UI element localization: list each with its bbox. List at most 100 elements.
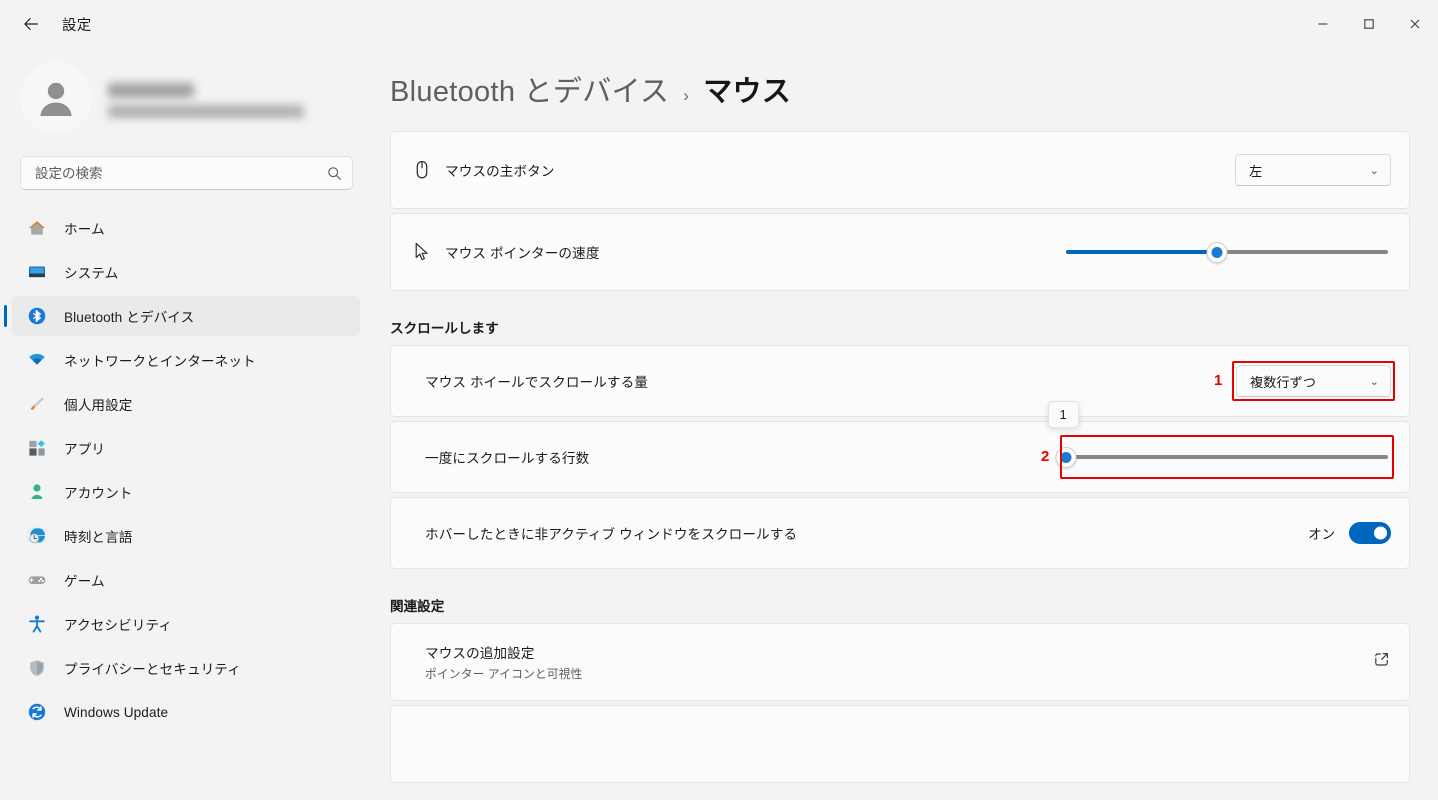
- page-title: マウス: [703, 76, 792, 108]
- lines-to-scroll-slider[interactable]: [1055, 441, 1388, 473]
- close-button[interactable]: [1392, 0, 1438, 48]
- hover-scroll-state-label: オン: [1308, 527, 1335, 542]
- scroll-section-heading: スクロールします: [390, 321, 499, 336]
- close-icon: [1410, 19, 1420, 29]
- accessibility-icon: [26, 613, 48, 635]
- sidebar-item-label: ゲーム: [64, 574, 105, 589]
- app-title: 設定: [62, 17, 92, 34]
- additional-mouse-settings-row[interactable]: マウスの追加設定 ポインター アイコンと可視性: [390, 623, 1410, 701]
- additional-mouse-sublabel: ポインター アイコンと可視性: [425, 667, 583, 681]
- sidebar-nav: ホーム システム Bluetooth とデバイス ネットワークとインターネット …: [0, 208, 372, 732]
- time-language-icon: [26, 525, 48, 547]
- maximize-icon: [1364, 19, 1374, 29]
- hover-scroll-toggle[interactable]: [1349, 522, 1391, 544]
- lines-to-scroll-label: 一度にスクロールする行数: [425, 451, 590, 466]
- account-card[interactable]: [20, 62, 372, 134]
- lines-to-scroll-tooltip: 1: [1047, 400, 1079, 428]
- privacy-shield-icon: [26, 657, 48, 679]
- related-settings-row-partial[interactable]: [390, 705, 1410, 783]
- hover-scroll-row[interactable]: ホバーしたときに非アクティブ ウィンドウをスクロールする オン: [390, 497, 1410, 569]
- sidebar-item-home[interactable]: ホーム: [12, 208, 360, 248]
- hover-scroll-label: ホバーしたときに非アクティブ ウィンドウをスクロールする: [425, 527, 798, 542]
- back-arrow-icon: [24, 18, 38, 30]
- sidebar-item-privacy-security[interactable]: プライバシーとセキュリティ: [12, 648, 360, 688]
- external-link-icon: [1372, 650, 1391, 674]
- chevron-down-icon: ⌄: [1369, 375, 1379, 388]
- sidebar-item-bluetooth-devices[interactable]: Bluetooth とデバイス: [4, 296, 360, 336]
- home-icon: [26, 217, 48, 239]
- sidebar-item-label: アカウント: [64, 486, 133, 501]
- back-button[interactable]: [14, 7, 48, 41]
- sidebar-item-gaming[interactable]: ゲーム: [12, 560, 360, 600]
- network-icon: [26, 349, 48, 371]
- sidebar-item-label: 個人用設定: [64, 398, 133, 413]
- apps-icon: [26, 437, 48, 459]
- sidebar-item-accounts[interactable]: アカウント: [12, 472, 360, 512]
- title-bar: 設定: [0, 0, 1438, 48]
- minimize-button[interactable]: [1300, 0, 1346, 48]
- pointer-speed-slider[interactable]: [1066, 236, 1388, 268]
- search-input[interactable]: [35, 165, 327, 181]
- lines-to-scroll-tooltip-value: 1: [1059, 406, 1067, 422]
- sidebar-item-label: 時刻と言語: [64, 530, 133, 545]
- chevron-down-icon: ⌄: [1369, 164, 1379, 177]
- search-icon: [328, 166, 341, 180]
- bluetooth-icon: [26, 305, 48, 327]
- additional-mouse-label: マウスの追加設定: [425, 646, 535, 661]
- avatar: [20, 62, 92, 134]
- pointer-speed-row[interactable]: マウス ポインターの速度: [390, 213, 1410, 291]
- sidebar-item-apps[interactable]: アプリ: [12, 428, 360, 468]
- sidebar-item-system[interactable]: システム: [12, 252, 360, 292]
- lines-to-scroll-row[interactable]: 一度にスクロールする行数: [390, 421, 1410, 493]
- sidebar-item-personalization[interactable]: 個人用設定: [12, 384, 360, 424]
- sidebar-item-label: Windows Update: [64, 704, 169, 720]
- system-icon: [26, 261, 48, 283]
- breadcrumb-separator-icon: ›: [683, 86, 690, 105]
- sidebar-item-label: アプリ: [64, 442, 106, 457]
- wheel-scroll-value: 複数行ずつ: [1250, 374, 1316, 390]
- account-text: [108, 79, 304, 118]
- window-controls: [1300, 0, 1438, 48]
- cursor-arrow-icon: [411, 241, 445, 263]
- windows-update-icon: [26, 701, 48, 723]
- mouse-icon: [411, 159, 445, 181]
- user-avatar-icon: [40, 82, 72, 116]
- slider-track: [1066, 455, 1388, 459]
- breadcrumb-parent[interactable]: Bluetooth とデバイス: [390, 68, 669, 110]
- sidebar-item-label: プライバシーとセキュリティ: [64, 662, 241, 677]
- sidebar-item-label: アクセシビリティ: [64, 618, 173, 633]
- search-box[interactable]: [20, 156, 353, 190]
- breadcrumb: Bluetooth とデバイス › マウス: [390, 68, 1438, 110]
- minimize-icon: [1318, 23, 1328, 25]
- maximize-button[interactable]: [1346, 0, 1392, 48]
- pointer-speed-label: マウス ポインターの速度: [445, 246, 600, 261]
- sidebar: ホーム システム: [0, 48, 372, 800]
- sidebar-item-label: ホーム: [64, 222, 105, 237]
- account-name-redacted: [108, 82, 194, 98]
- primary-mouse-button-value: 左: [1249, 163, 1263, 179]
- sidebar-item-label: Bluetooth とデバイス: [64, 310, 195, 325]
- sidebar-item-accessibility[interactable]: アクセシビリティ: [12, 604, 360, 644]
- primary-mouse-button-dropdown[interactable]: 左 ⌄: [1235, 154, 1391, 186]
- sidebar-item-windows-update[interactable]: Windows Update: [12, 692, 360, 732]
- wheel-scroll-row[interactable]: マウス ホイールでスクロールする量 複数行ずつ ⌄: [390, 345, 1410, 417]
- settings-window: 設定 設定の検索 ホーム システム Bluetooth とデバイス ネットワーク…: [0, 0, 1438, 800]
- slider-thumb[interactable]: [1206, 241, 1228, 263]
- toggle-knob: [1374, 526, 1387, 540]
- wheel-scroll-label: マウス ホイールでスクロールする量: [425, 375, 648, 390]
- slider-thumb[interactable]: [1055, 446, 1077, 468]
- primary-mouse-button-row[interactable]: マウスの主ボタン 左 ⌄: [390, 131, 1410, 209]
- sidebar-item-label: ネットワークとインターネット: [64, 354, 256, 369]
- sidebar-item-label: システム: [64, 266, 119, 281]
- sidebar-item-network-internet[interactable]: ネットワークとインターネット: [12, 340, 360, 380]
- gaming-controller-icon: [26, 569, 48, 591]
- accounts-icon: [26, 481, 48, 503]
- account-email-redacted: [108, 104, 304, 118]
- hover-scroll-toggle-group: オン: [1308, 522, 1391, 544]
- sidebar-item-time-language[interactable]: 時刻と言語: [12, 516, 360, 556]
- primary-mouse-button-label: マウスの主ボタン: [445, 164, 555, 179]
- personalization-brush-icon: [26, 393, 48, 415]
- main-content: Bluetooth とデバイス › マウス マウスの主ボタン 左 ⌄ マウス ポ…: [372, 48, 1438, 800]
- additional-mouse-text: マウスの追加設定 ポインター アイコンと可視性: [425, 642, 582, 682]
- wheel-scroll-dropdown[interactable]: 複数行ずつ ⌄: [1236, 365, 1391, 397]
